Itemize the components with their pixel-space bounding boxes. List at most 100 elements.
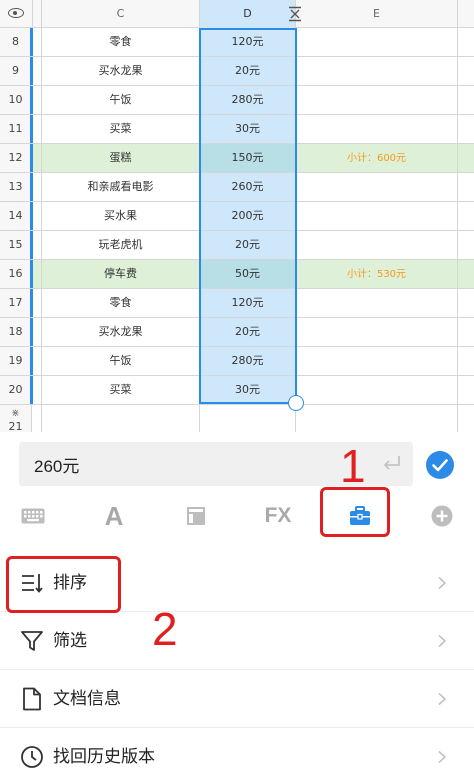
amount-cell[interactable]: 20元 [200, 57, 296, 85]
row-number[interactable]: 17 [0, 289, 32, 317]
amount-cell[interactable]: 20元 [200, 231, 296, 259]
enter-icon[interactable] [380, 452, 402, 474]
column-header-b[interactable] [33, 0, 42, 28]
note-cell[interactable] [296, 347, 458, 375]
amount-cell[interactable]: 20元 [200, 318, 296, 346]
menu-item-version-history[interactable]: 找回历史版本 [0, 728, 474, 783]
note-cell[interactable] [296, 28, 458, 56]
confirm-button[interactable] [426, 451, 454, 479]
column-resize-icon[interactable] [288, 6, 302, 22]
row-number[interactable]: 16 [0, 260, 32, 288]
item-cell[interactable]: 买菜 [42, 115, 200, 143]
insert-button[interactable] [424, 496, 460, 536]
note-cell[interactable]: 小计：600元 [296, 144, 458, 172]
cell[interactable] [33, 28, 42, 56]
amount-cell[interactable]: 120元 [200, 28, 296, 56]
cell[interactable] [33, 231, 42, 259]
cell[interactable] [458, 289, 474, 317]
amount-cell[interactable]: 260元 [200, 173, 296, 201]
selection-fill-handle[interactable] [288, 395, 304, 411]
visibility-toggle[interactable] [0, 0, 33, 28]
menu-item-filter[interactable]: 筛选 [0, 612, 474, 670]
cell[interactable] [458, 28, 474, 56]
cell[interactable] [33, 115, 42, 143]
spreadsheet-grid[interactable]: C D E 8 零食 120元 9 买水龙果 20元 10 午饭 280元 11… [0, 0, 474, 432]
column-header-e[interactable]: E [296, 0, 458, 28]
item-cell[interactable]: 买水龙果 [42, 318, 200, 346]
cell[interactable] [458, 202, 474, 230]
cell[interactable] [200, 405, 296, 432]
item-cell[interactable]: 买菜 [42, 376, 200, 404]
column-header-f[interactable] [458, 0, 474, 28]
cell[interactable] [296, 405, 458, 432]
cell[interactable] [458, 347, 474, 375]
cell[interactable] [33, 86, 42, 114]
note-cell[interactable] [296, 318, 458, 346]
note-cell[interactable] [296, 86, 458, 114]
row-number[interactable]: 18 [0, 318, 32, 346]
amount-cell[interactable]: 50元 [200, 260, 296, 288]
cell[interactable] [458, 144, 474, 172]
row-number[interactable]: 20 [0, 376, 32, 404]
row-number[interactable]: 19 [0, 347, 32, 375]
row-number[interactable]: 10 [0, 86, 32, 114]
cell[interactable] [458, 318, 474, 346]
row-number[interactable]: 8 [0, 28, 32, 56]
row-number[interactable]: 9 [0, 57, 32, 85]
cell[interactable] [33, 347, 42, 375]
row-number[interactable]: 14 [0, 202, 32, 230]
note-cell[interactable] [296, 57, 458, 85]
item-cell[interactable]: 买水龙果 [42, 57, 200, 85]
cell[interactable] [33, 57, 42, 85]
item-cell[interactable]: 停车费 [42, 260, 200, 288]
cell[interactable] [33, 289, 42, 317]
keyboard-button[interactable] [15, 496, 51, 536]
column-header-c[interactable]: C [42, 0, 200, 28]
amount-cell[interactable]: 150元 [200, 144, 296, 172]
cell[interactable] [458, 86, 474, 114]
note-cell[interactable] [296, 231, 458, 259]
note-cell[interactable] [296, 173, 458, 201]
cell-format-button[interactable] [178, 496, 214, 536]
cell[interactable] [458, 231, 474, 259]
menu-item-sort[interactable]: 排序 [0, 554, 474, 612]
tools-button[interactable] [342, 496, 378, 536]
note-cell[interactable] [296, 376, 458, 404]
amount-cell[interactable]: 280元 [200, 347, 296, 375]
item-cell[interactable]: 蛋糕 [42, 144, 200, 172]
cell[interactable] [33, 144, 42, 172]
cell[interactable] [458, 376, 474, 404]
cell[interactable] [458, 405, 474, 432]
amount-cell[interactable]: 30元 [200, 376, 296, 404]
item-cell[interactable]: 零食 [42, 289, 200, 317]
note-cell[interactable]: 小计：530元 [296, 260, 458, 288]
function-button[interactable]: FX [260, 496, 296, 536]
cell[interactable] [458, 173, 474, 201]
item-cell[interactable]: 午饭 [42, 347, 200, 375]
cell[interactable] [458, 260, 474, 288]
cell[interactable] [33, 173, 42, 201]
amount-cell[interactable]: 280元 [200, 86, 296, 114]
row-number[interactable]: 12 [0, 144, 32, 172]
item-cell[interactable]: 午饭 [42, 86, 200, 114]
row-number[interactable]: 11 [0, 115, 32, 143]
row-number[interactable]: 13 [0, 173, 32, 201]
item-cell[interactable]: 零食 [42, 28, 200, 56]
amount-cell[interactable]: 30元 [200, 115, 296, 143]
item-cell[interactable]: 玩老虎机 [42, 231, 200, 259]
cell[interactable] [33, 318, 42, 346]
row-number[interactable]: 15 [0, 231, 32, 259]
note-cell[interactable] [296, 289, 458, 317]
cell[interactable] [33, 202, 42, 230]
row-number[interactable]: ⋇ 21 [0, 405, 32, 432]
note-cell[interactable] [296, 202, 458, 230]
cell[interactable] [42, 405, 200, 432]
item-cell[interactable]: 和亲戚看电影 [42, 173, 200, 201]
column-header-d[interactable]: D [200, 0, 296, 28]
text-format-button[interactable]: A [96, 496, 132, 536]
menu-item-document-info[interactable]: 文档信息 [0, 670, 474, 728]
amount-cell[interactable]: 200元 [200, 202, 296, 230]
note-cell[interactable] [296, 115, 458, 143]
item-cell[interactable]: 买水果 [42, 202, 200, 230]
cell[interactable] [33, 376, 42, 404]
